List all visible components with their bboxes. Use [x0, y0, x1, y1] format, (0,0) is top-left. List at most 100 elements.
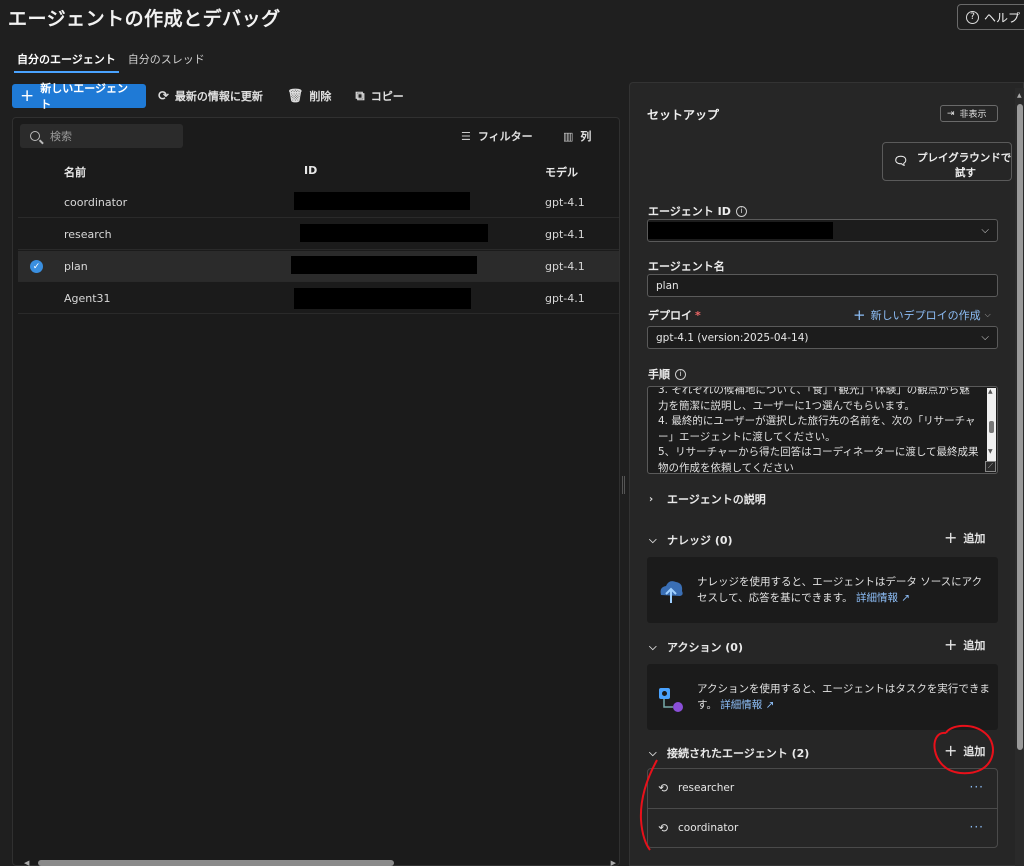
actions-info-text: アクションを使用すると、エージェントはタスクを実行できます。 詳細情報 ↗ [697, 682, 992, 713]
refresh-button[interactable]: ⟳ 最新の情報に更新 [158, 88, 263, 104]
actions-section-header[interactable]: ⌵ アクション (0) [649, 639, 743, 655]
table-row[interactable]: research gpt-4.1 [18, 219, 619, 250]
try-in-playground-button[interactable]: 🗨︎ プレイグラウンドで 試す [882, 142, 1012, 181]
knowledge-learn-more-link[interactable]: 詳細情報 [856, 592, 898, 604]
columns-button[interactable]: ▥ 列 [563, 128, 591, 144]
hide-button[interactable]: ⇥ 非表示 [940, 105, 998, 122]
knowledge-info-card: ナレッジを使用すると、エージェントはデータ ソースにアクセスして、応答を基にでき… [647, 557, 998, 623]
chat-icon: 🗨︎ [893, 154, 909, 168]
agent-description-section[interactable]: › エージェントの説明 [649, 491, 766, 507]
scroll-down-icon[interactable]: ▼ [988, 448, 993, 455]
actions-info-card: アクションを使用すると、エージェントはタスクを実行できます。 詳細情報 ↗ [647, 664, 998, 730]
help-button[interactable]: ? ヘルプ [957, 4, 1024, 30]
search-input[interactable]: 検索 [20, 124, 183, 148]
horizontal-scrollbar[interactable]: ◀ ▶ [24, 859, 616, 866]
checkmark-icon[interactable]: ✓ [30, 260, 43, 273]
instructions-line: 物の作成を依頼してください [658, 461, 794, 474]
info-icon[interactable]: i [675, 368, 686, 380]
scroll-left-icon[interactable]: ◀ [24, 859, 29, 866]
app-root: エージェントの作成とデバッグ ? ヘルプ 自分のエージェント 自分のスレッド +… [0, 0, 1024, 866]
more-icon[interactable]: ··· [970, 820, 984, 834]
redacted-id [294, 288, 471, 309]
new-deployment-link[interactable]: + 新しいデプロイの作成 ⌵ [853, 307, 991, 323]
more-icon[interactable]: ··· [970, 780, 984, 794]
scroll-up-icon[interactable]: ▲ [1017, 92, 1022, 99]
connected-agents-list: ⟲ researcher ··· ⟲ coordinator ··· [647, 768, 998, 848]
instructions-textarea[interactable]: 3. それぞれの候補地について、「食」「観光」「体験」の観点から魅 力を簡潔に説… [647, 386, 998, 474]
panel-resize-handle[interactable] [622, 476, 625, 494]
agent-id-label: エージェント ID i [648, 203, 747, 219]
chevron-down-icon: ⌵ [981, 332, 989, 343]
agent-name-field[interactable]: plan [647, 274, 998, 297]
agent-id-label-text: エージェント ID [648, 205, 731, 218]
tab-bar: 自分のエージェント 自分のスレッド [14, 51, 214, 73]
agent-name: plan [64, 260, 88, 273]
scrollbar-thumb[interactable] [989, 421, 994, 433]
chevron-down-icon: ⌵ [981, 225, 989, 236]
toolbar: + 新しいエージェント ⟳ 最新の情報に更新 🗑︎ 削除 ⧉ コピー [12, 82, 428, 111]
agent-model: gpt-4.1 [545, 196, 585, 209]
textarea-scrollbar[interactable]: ▲ ▼ [987, 388, 996, 472]
refresh-label: 最新の情報に更新 [174, 90, 263, 103]
agent-name: research [64, 228, 112, 241]
agent-name-label: エージェント名 [648, 260, 725, 273]
scroll-right-icon[interactable]: ▶ [611, 859, 616, 866]
connected-agent-item[interactable]: ⟲ coordinator ··· [648, 808, 997, 847]
actions-learn-more-link[interactable]: 詳細情報 [720, 699, 762, 711]
resize-grip-icon[interactable]: ⟋ [985, 461, 996, 472]
instructions-label-text: 手順 [648, 368, 670, 381]
filter-label: フィルター [477, 130, 533, 143]
agent-name-value: plan [656, 279, 679, 292]
tab-my-threads[interactable]: 自分のスレッド [125, 51, 208, 73]
add-action-button[interactable]: + 追加 [944, 637, 985, 653]
connected-agents-section-header[interactable]: ⌵ 接続されたエージェント (2) [649, 745, 809, 761]
knowledge-description: ナレッジを使用すると、エージェントはデータ ソースにアクセスして、応答を基にでき… [697, 576, 983, 604]
copy-button[interactable]: ⧉ コピー [355, 88, 403, 104]
deploy-label-text: デプロイ [648, 309, 692, 322]
column-header-id[interactable]: ID [304, 164, 317, 177]
cloud-upload-icon [660, 581, 683, 603]
agent-name: coordinator [64, 196, 128, 209]
scrollbar-thumb[interactable] [1017, 104, 1023, 750]
filter-button[interactable]: ☰ フィルター [461, 128, 533, 144]
tab-my-agents[interactable]: 自分のエージェント [14, 51, 119, 73]
copy-icon: ⧉ [355, 88, 365, 104]
new-agent-button[interactable]: + 新しいエージェント [12, 82, 146, 111]
plus-icon: + [853, 305, 866, 324]
copy-label: コピー [370, 90, 404, 103]
required-asterisk: * [695, 308, 701, 322]
refresh-icon: ⟳ [158, 88, 169, 104]
search-placeholder: 検索 [50, 130, 72, 143]
deployment-value: gpt-4.1 (version:2025-04-14) [656, 331, 809, 344]
instructions-line: 4. 最終的にユーザーが選択した旅行先の名前を、次の「リサーチャ [658, 415, 976, 427]
filter-icon: ☰ [461, 129, 471, 143]
actions-label: アクション (0) [667, 641, 743, 654]
deployment-select[interactable]: gpt-4.1 (version:2025-04-14) ⌵ [647, 326, 998, 349]
external-link-icon: ↗ [765, 698, 775, 711]
column-header-model[interactable]: モデル [545, 164, 578, 180]
redacted-id [291, 256, 477, 274]
action-flow-icon [659, 688, 683, 712]
add-knowledge-button[interactable]: + 追加 [944, 530, 985, 546]
chevron-down-icon: ⌵ [649, 534, 657, 546]
agent-model: gpt-4.1 [545, 292, 585, 305]
scroll-up-icon[interactable]: ▲ [988, 388, 993, 395]
chevron-down-icon: ⌵ [984, 310, 991, 319]
info-icon[interactable]: i [735, 205, 747, 217]
instructions-line: 3. それぞれの候補地について、「食」「観光」「体験」の観点から魅 [658, 386, 970, 396]
table-row[interactable]: coordinator gpt-4.1 [18, 187, 619, 218]
agent-id-field[interactable]: ⌵ [647, 219, 998, 242]
trash-icon: 🗑︎ [286, 88, 304, 104]
table-row[interactable]: Agent31 gpt-4.1 [18, 283, 619, 314]
delete-button[interactable]: 🗑︎ 削除 [287, 88, 332, 104]
add-connected-agent-button[interactable]: + 追加 [944, 743, 985, 759]
new-agent-label: 新しいエージェント [40, 82, 129, 111]
knowledge-section-header[interactable]: ⌵ ナレッジ (0) [649, 532, 733, 548]
vertical-scrollbar[interactable]: ▲ [1015, 88, 1024, 866]
connected-agent-item[interactable]: ⟲ researcher ··· [648, 769, 997, 808]
table-row[interactable]: ✓ plan gpt-4.1 [18, 251, 619, 282]
column-header-name[interactable]: 名前 [64, 164, 86, 180]
instructions-text: 3. それぞれの候補地について、「食」「観光」「体験」の観点から魅 力を簡潔に説… [658, 386, 983, 474]
connected-agent-name: researcher [678, 782, 735, 794]
scrollbar-thumb[interactable] [38, 860, 394, 866]
